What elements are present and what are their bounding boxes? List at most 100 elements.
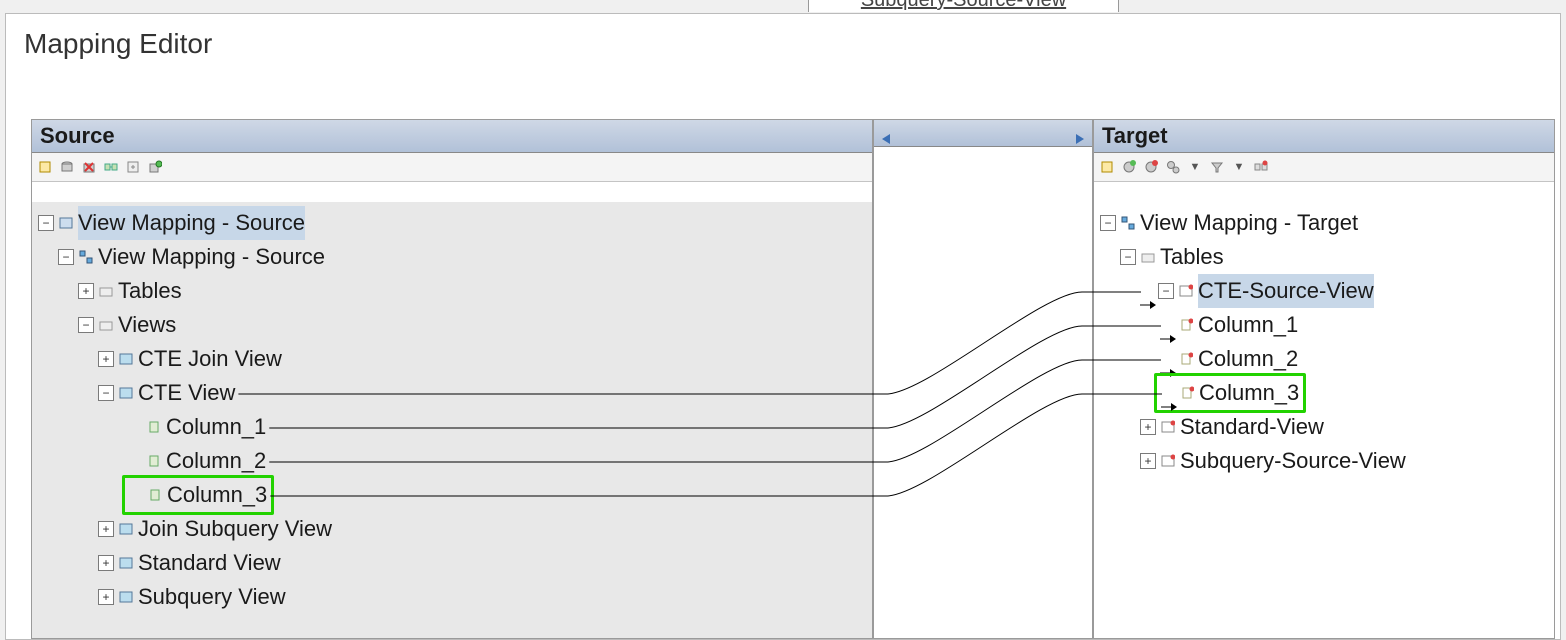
target-col3-node[interactable]: Column_3 [1094, 376, 1554, 410]
expand-icon[interactable]: + [98, 589, 114, 605]
target-root-node[interactable]: − View Mapping - Target [1094, 206, 1554, 240]
target-subsrc-label: Subquery-Source-View [1180, 444, 1406, 478]
source-tb-db-icon[interactable] [58, 158, 76, 176]
mapped-arrow-icon [1140, 286, 1156, 296]
background-tab: Subquery-Source-View [808, 0, 1119, 12]
source-tb-new-icon[interactable] [36, 158, 54, 176]
editor-title: Mapping Editor [6, 14, 1560, 90]
spacer [128, 454, 142, 468]
source-tb-add-icon[interactable] [146, 158, 164, 176]
target-pane: Target ▼ ▼ − View Mapping - T [1093, 119, 1555, 639]
table-icon [1178, 283, 1194, 299]
mapping-icon [1120, 215, 1136, 231]
target-ctesrc-label: CTE-Source-View [1198, 274, 1374, 308]
collapse-icon[interactable]: − [1120, 249, 1136, 265]
expand-icon[interactable]: + [1140, 453, 1156, 469]
target-std-node[interactable]: + Standard-View [1094, 410, 1554, 444]
source-cteview-label: CTE View [138, 376, 235, 410]
source-ctejoin-label: CTE Join View [138, 342, 282, 376]
source-views-node[interactable]: − Views [32, 308, 872, 342]
mapping-editor-panel: Mapping Editor Source − [5, 13, 1561, 640]
target-tb-dropdown1-icon[interactable]: ▼ [1186, 158, 1204, 176]
source-col3-label: Column_3 [167, 478, 267, 512]
source-col2-node[interactable]: Column_2 [32, 444, 872, 478]
spacer [129, 488, 143, 502]
source-sub2-label: Subquery View [138, 580, 286, 614]
column-icon [146, 453, 162, 469]
target-tree: − View Mapping - Target − Tables − CTE-S… [1094, 202, 1554, 638]
source-pane: Source − View Mapping - Source [31, 119, 873, 639]
target-tb-gears-icon[interactable] [1164, 158, 1182, 176]
mapping-icon [58, 215, 74, 231]
expand-icon[interactable]: + [98, 351, 114, 367]
mapped-arrow-icon [1160, 320, 1176, 330]
source-sub-node[interactable]: − View Mapping - Source [32, 240, 872, 274]
nav-right-icon[interactable] [1072, 126, 1086, 140]
nav-left-icon[interactable] [880, 126, 894, 140]
collapse-icon[interactable]: − [1158, 283, 1174, 299]
target-tables-label: Tables [1160, 240, 1224, 274]
source-sub2-node[interactable]: + Subquery View [32, 580, 872, 614]
source-joinsub-node[interactable]: + Join Subquery View [32, 512, 872, 546]
target-pane-title: Target [1102, 123, 1168, 149]
view-icon [118, 385, 134, 401]
target-pane-header: Target [1094, 120, 1554, 153]
target-col1-label: Column_1 [1198, 308, 1298, 342]
target-tb-filter-icon[interactable] [1208, 158, 1226, 176]
target-col1-node[interactable]: Column_1 [1094, 308, 1554, 342]
target-tables-node[interactable]: − Tables [1094, 240, 1554, 274]
source-toolbar [32, 153, 872, 182]
source-pane-header: Source [32, 120, 872, 153]
folder-icon [1140, 249, 1156, 265]
target-tb-linkred-icon[interactable] [1252, 158, 1270, 176]
column-icon [1179, 385, 1195, 401]
target-tb-new-icon[interactable] [1098, 158, 1116, 176]
expand-icon[interactable]: + [98, 521, 114, 537]
mapped-arrow-icon [1160, 354, 1176, 364]
source-sub-label: View Mapping - Source [98, 240, 325, 274]
collapse-icon[interactable]: − [58, 249, 74, 265]
table-icon [1160, 453, 1176, 469]
column-icon [1178, 317, 1194, 333]
source-ctejoin-node[interactable]: + CTE Join View [32, 342, 872, 376]
collapse-icon[interactable]: − [78, 317, 94, 333]
column-icon [147, 487, 163, 503]
folder-icon [98, 317, 114, 333]
folder-icon [98, 283, 114, 299]
expand-icon[interactable]: + [1140, 419, 1156, 435]
source-tree: − View Mapping - Source − View Mapping -… [32, 202, 872, 638]
mapped-arrow-icon [1161, 388, 1177, 398]
target-tb-gear-add-icon[interactable] [1120, 158, 1138, 176]
view-icon [118, 521, 134, 537]
target-tb-gear-del-icon[interactable] [1142, 158, 1160, 176]
collapse-icon[interactable]: − [38, 215, 54, 231]
source-std-label: Standard View [138, 546, 281, 580]
target-col2-label: Column_2 [1198, 342, 1298, 376]
collapse-icon[interactable]: − [1100, 215, 1116, 231]
collapse-icon[interactable]: − [98, 385, 114, 401]
source-cteview-node[interactable]: − CTE View [32, 376, 872, 410]
source-col1-label: Column_1 [166, 410, 266, 444]
source-col3-node[interactable]: Column_3 [32, 478, 872, 512]
source-col1-node[interactable]: Column_1 [32, 410, 872, 444]
view-icon [118, 351, 134, 367]
source-tb-delete-icon[interactable] [80, 158, 98, 176]
source-tb-export-icon[interactable] [124, 158, 142, 176]
background-tab-label: Subquery-Source-View [861, 0, 1066, 11]
source-tb-link-icon[interactable] [102, 158, 120, 176]
target-subsrc-node[interactable]: + Subquery-Source-View [1094, 444, 1554, 478]
expand-icon[interactable]: + [78, 283, 94, 299]
source-root-label: View Mapping - Source [78, 206, 305, 240]
view-icon [118, 589, 134, 605]
source-tables-node[interactable]: + Tables [32, 274, 872, 308]
target-col2-node[interactable]: Column_2 [1094, 342, 1554, 376]
target-ctesrc-node[interactable]: − CTE-Source-View [1094, 274, 1554, 308]
source-pane-title: Source [40, 123, 115, 149]
source-views-label: Views [118, 308, 176, 342]
target-tb-dropdown2-icon[interactable]: ▼ [1230, 158, 1248, 176]
expand-icon[interactable]: + [98, 555, 114, 571]
target-root-label: View Mapping - Target [1140, 206, 1358, 240]
column-icon [1178, 351, 1194, 367]
source-std-node[interactable]: + Standard View [32, 546, 872, 580]
source-root-node[interactable]: − View Mapping - Source [32, 206, 872, 240]
